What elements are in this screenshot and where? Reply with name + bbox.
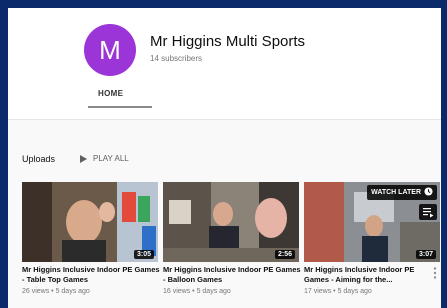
play-icon: [80, 154, 87, 163]
page-frame: M Mr Higgins Multi Sports 14 subscribers…: [8, 8, 441, 308]
video-title[interactable]: Mr Higgins Inclusive Indoor PE Games - A…: [304, 265, 428, 285]
uploads-title[interactable]: Uploads: [22, 154, 55, 164]
video-meta: 16 views • 5 days ago: [163, 288, 231, 295]
video-thumbnail[interactable]: 3:05: [22, 182, 158, 262]
play-all-button[interactable]: PLAY ALL: [80, 154, 129, 163]
add-to-queue-button[interactable]: [419, 204, 437, 220]
queue-icon: [423, 208, 434, 218]
tab-active-indicator: [88, 106, 152, 108]
video-meta: 26 views • 5 days ago: [22, 288, 90, 295]
video-thumbnail[interactable]: WATCH LATER 3:07: [304, 182, 440, 262]
subscriber-count: 14 subscribers: [150, 54, 203, 63]
video-meta: 17 views • 5 days ago: [304, 288, 372, 295]
more-options-icon[interactable]: [432, 266, 438, 280]
video-title[interactable]: Mr Higgins Inclusive Indoor PE Games - B…: [163, 265, 301, 285]
video-title[interactable]: Mr Higgins Inclusive Indoor PE Games - T…: [22, 265, 160, 285]
clock-icon: [424, 187, 433, 198]
watch-later-label: WATCH LATER: [371, 189, 421, 196]
watch-later-button[interactable]: WATCH LATER: [367, 185, 437, 200]
video-thumbnail[interactable]: 2:56: [163, 182, 299, 262]
video-duration: 3:05: [133, 250, 154, 259]
video-duration: 2:56: [274, 250, 295, 259]
channel-header: M Mr Higgins Multi Sports 14 subscribers…: [8, 8, 441, 120]
channel-name: Mr Higgins Multi Sports: [150, 33, 306, 50]
tab-home[interactable]: HOME: [98, 89, 123, 98]
video-duration: 3:07: [415, 250, 436, 259]
avatar[interactable]: M: [84, 24, 136, 76]
play-all-label: PLAY ALL: [93, 154, 129, 163]
